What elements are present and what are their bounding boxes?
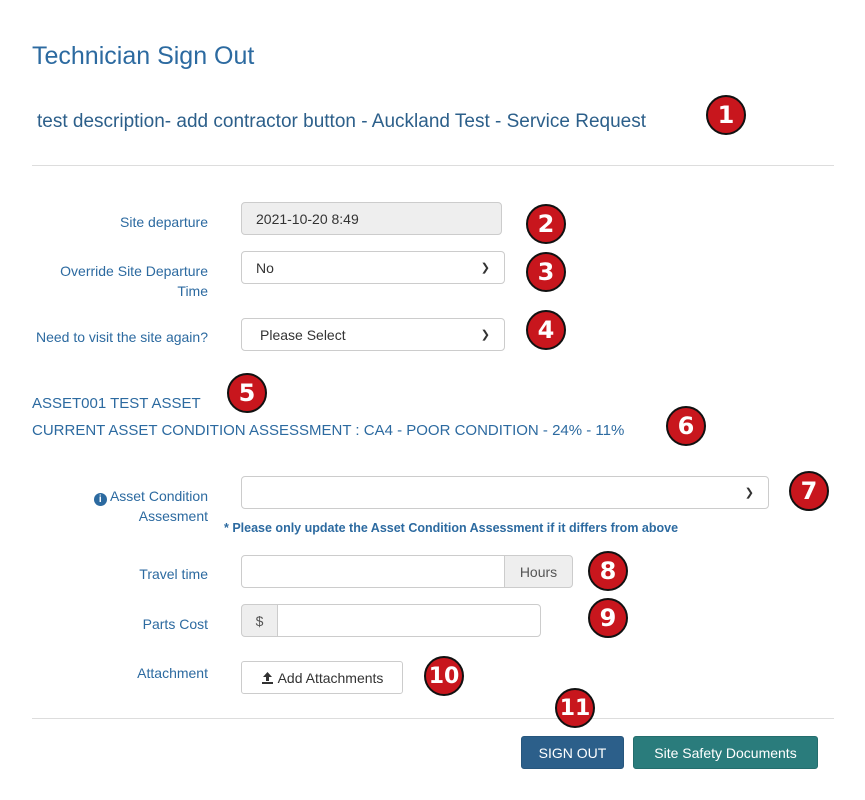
current-assessment: CURRENT ASSET CONDITION ASSESSMENT : CA4… [32,422,625,439]
chevron-down-icon: ❯ [480,329,490,341]
marker-7: 7 [789,471,829,511]
marker-9: 9 [588,598,628,638]
marker-1: 1 [706,95,746,135]
divider-top [32,165,834,166]
visit-again-label: Need to visit the site again? [36,329,208,345]
override-departure-select[interactable]: No ❯ [241,251,505,284]
chevron-down-icon: ❯ [480,262,490,274]
asset-condition-label: i Asset Condition Assesment [32,486,208,526]
marker-3: 3 [526,252,566,292]
chevron-down-icon: ❯ [744,487,754,499]
parts-cost-label: Parts Cost [142,616,208,632]
marker-2: 2 [526,204,566,244]
page-title: Technician Sign Out [32,42,255,70]
marker-6: 6 [666,406,706,446]
visit-again-select[interactable]: Please Select ❯ [241,318,505,351]
marker-11: 11 [555,688,595,728]
site-safety-documents-button[interactable]: Site Safety Documents [633,736,818,769]
info-icon: i [93,493,107,506]
currency-addon: $ [241,604,278,637]
marker-8: 8 [588,551,628,591]
hours-addon: Hours [504,555,573,588]
assessment-note: * Please only update the Asset Condition… [224,521,679,535]
request-description: test description- add contractor button … [37,111,647,132]
parts-cost-input[interactable] [277,604,541,637]
marker-10: 10 [424,656,464,696]
asset-name: ASSET001 TEST ASSET [32,395,201,412]
marker-4: 4 [526,310,566,350]
add-attachments-button[interactable]: Add Attachments [241,661,403,694]
override-departure-label: Override Site Departure Time [60,263,208,299]
divider-bottom [32,718,834,719]
sign-out-button[interactable]: SIGN OUT [521,736,624,769]
upload-icon [261,672,273,684]
asset-condition-select[interactable]: ❯ [241,476,769,509]
site-departure-field: 2021-10-20 8:49 [241,202,502,235]
site-departure-label: Site departure [120,214,208,230]
travel-time-input[interactable] [241,555,505,588]
marker-5: 5 [227,373,267,413]
travel-time-label: Travel time [139,566,208,582]
attachment-label: Attachment [137,665,208,681]
